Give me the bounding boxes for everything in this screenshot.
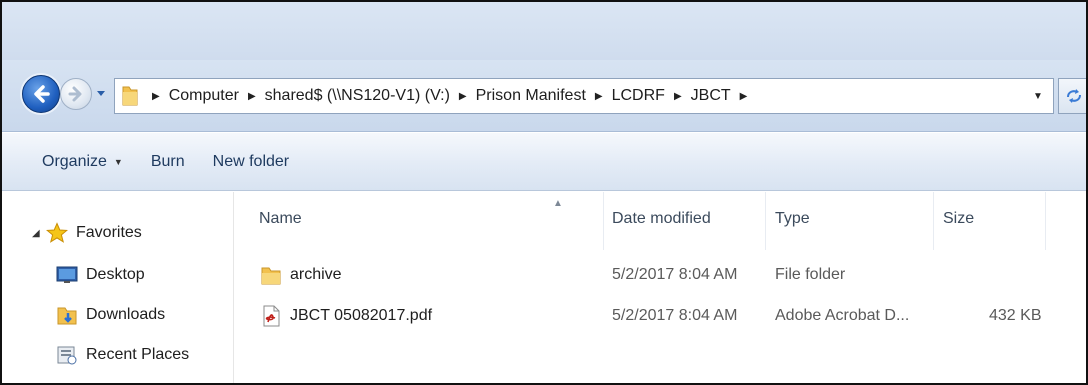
column-divider[interactable] (933, 192, 934, 250)
chevron-right-icon[interactable]: ▶ (459, 91, 467, 102)
breadcrumb: ▶ Computer ▶ shared$ (\\NS120-V1) (V:) ▶… (143, 87, 756, 105)
recent-places-icon (56, 344, 78, 366)
chevron-right-icon[interactable]: ▶ (152, 91, 160, 102)
burn-label: Burn (150, 152, 185, 170)
sidebar-item-label: Recent Places (86, 346, 190, 363)
file-size: 432 KB (989, 307, 1042, 324)
chevron-right-icon[interactable]: ▶ (674, 91, 682, 102)
refresh-icon (1067, 89, 1081, 103)
organize-button[interactable]: Organize ▼ (28, 145, 137, 179)
favorites-label: Favorites (76, 224, 142, 241)
command-bar: Organize ▼ Burn New folder (2, 133, 1086, 191)
column-divider[interactable] (1045, 192, 1046, 250)
file-type: File folder (775, 266, 846, 283)
address-dropdown-button[interactable]: ▼ (1029, 79, 1047, 113)
forward-arrow-icon (68, 86, 82, 102)
column-date-modified[interactable]: Date modified (612, 210, 711, 228)
chevron-down-icon: ▼ (1033, 90, 1043, 102)
burn-button[interactable]: Burn (137, 145, 199, 179)
file-row[interactable]: JBCT 05082017.pdf 5/2/2017 8:04 AM Adobe… (235, 303, 1086, 331)
file-type: Adobe Acrobat D... (775, 307, 910, 324)
desktop-icon (56, 264, 78, 286)
nav-favorites[interactable]: ◢ Favorites (32, 222, 142, 244)
refresh-button[interactable] (1058, 78, 1086, 114)
title-bar (2, 2, 1086, 60)
star-icon (46, 222, 68, 244)
column-size[interactable]: Size (943, 210, 974, 228)
sidebar-item-recent-places[interactable]: Recent Places (56, 344, 189, 366)
chevron-right-icon[interactable]: ▶ (740, 91, 748, 102)
file-list: ▲ Name Date modified Type Size archive 5… (235, 192, 1086, 383)
expander-icon[interactable]: ◢ (32, 228, 44, 239)
file-date: 5/2/2017 8:04 AM (612, 307, 738, 324)
back-arrow-icon (34, 85, 50, 103)
breadcrumb-prison-manifest[interactable]: Prison Manifest (476, 87, 586, 105)
sidebar-item-desktop[interactable]: Desktop (56, 264, 145, 286)
sort-ascending-icon: ▲ (553, 198, 563, 209)
chevron-down-icon (97, 91, 105, 96)
address-bar[interactable]: ▶ Computer ▶ shared$ (\\NS120-V1) (V:) ▶… (114, 78, 1054, 114)
recent-pages-button[interactable] (95, 88, 107, 100)
file-row[interactable]: archive 5/2/2017 8:04 AM File folder (235, 262, 1086, 290)
column-divider[interactable] (603, 192, 604, 250)
new-folder-label: New folder (212, 152, 290, 170)
sidebar-item-label: Desktop (86, 266, 145, 283)
file-date: 5/2/2017 8:04 AM (612, 266, 738, 283)
back-button[interactable] (22, 75, 60, 113)
column-type[interactable]: Type (775, 210, 810, 228)
chevron-right-icon[interactable]: ▶ (595, 91, 603, 102)
organize-label: Organize (42, 152, 107, 170)
sidebar-item-label: Downloads (86, 306, 166, 323)
breadcrumb-shared-drive[interactable]: shared$ (\\NS120-V1) (V:) (265, 87, 450, 105)
column-headers: ▲ Name Date modified Type Size (235, 192, 1086, 250)
breadcrumb-lcdrf[interactable]: LCDRF (612, 87, 665, 105)
file-name: JBCT 05082017.pdf (290, 307, 433, 324)
breadcrumb-computer[interactable]: Computer (169, 87, 239, 105)
pdf-icon (263, 305, 280, 327)
folder-icon (117, 79, 143, 113)
new-folder-button[interactable]: New folder (199, 145, 303, 179)
sidebar-item-downloads[interactable]: Downloads (56, 304, 165, 326)
folder-icon (261, 267, 281, 285)
forward-button[interactable] (60, 78, 92, 110)
column-name[interactable]: Name (259, 210, 302, 228)
downloads-folder-icon (56, 304, 78, 326)
breadcrumb-jbct[interactable]: JBCT (691, 87, 731, 105)
file-name: archive (290, 266, 342, 283)
navigation-pane: ◢ Favorites Desktop Downloads Recent Pla… (2, 192, 234, 383)
address-row: ▶ Computer ▶ shared$ (\\NS120-V1) (V:) ▶… (2, 60, 1086, 132)
chevron-right-icon[interactable]: ▶ (248, 91, 256, 102)
explorer-window: ▶ Computer ▶ shared$ (\\NS120-V1) (V:) ▶… (0, 0, 1088, 385)
column-divider[interactable] (765, 192, 766, 250)
chevron-down-icon: ▼ (113, 156, 123, 167)
